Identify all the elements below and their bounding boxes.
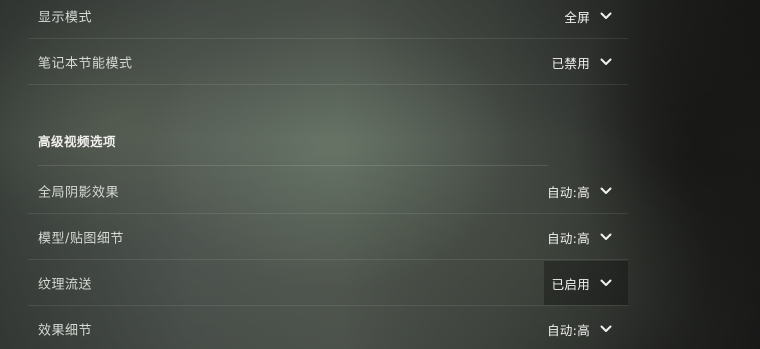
chevron-down-icon — [598, 275, 614, 291]
setting-value: 自动:高 — [547, 322, 590, 338]
setting-row-model-texture-detail[interactable]: 模型/贴图细节 自动:高 — [28, 215, 628, 260]
setting-value: 自动:高 — [547, 230, 590, 246]
setting-label: 笔记本节能模式 — [38, 56, 133, 72]
setting-value: 自动:高 — [547, 184, 590, 200]
texture-streaming-dropdown[interactable]: 已启用 — [544, 261, 628, 305]
setting-label: 模型/贴图细节 — [38, 231, 124, 247]
setting-label: 效果细节 — [38, 323, 93, 339]
setting-value: 全屏 — [564, 9, 590, 25]
setting-row-effects-detail[interactable]: 效果细节 自动:高 — [28, 307, 628, 349]
setting-label: 全局阴影效果 — [38, 185, 120, 201]
setting-row-display-mode[interactable]: 显示模式 全屏 — [28, 0, 628, 39]
setting-label: 纹理流送 — [38, 277, 93, 293]
model-texture-detail-dropdown[interactable]: 自动:高 — [544, 215, 628, 259]
section-title-advanced-video: 高级视频选项 — [38, 134, 117, 149]
section-divider — [38, 165, 548, 166]
global-shadows-dropdown[interactable]: 自动:高 — [544, 169, 628, 213]
display-mode-dropdown[interactable]: 全屏 — [544, 0, 628, 38]
setting-row-global-shadows[interactable]: 全局阴影效果 自动:高 — [28, 169, 628, 214]
setting-row-texture-streaming[interactable]: 纹理流送 已启用 — [28, 261, 628, 306]
setting-label: 显示模式 — [38, 10, 93, 26]
chevron-down-icon — [598, 321, 614, 337]
setting-row-laptop-power-saving[interactable]: 笔记本节能模式 已禁用 — [28, 40, 628, 85]
setting-value: 已启用 — [551, 276, 590, 292]
chevron-down-icon — [598, 8, 614, 24]
laptop-power-saving-dropdown[interactable]: 已禁用 — [544, 40, 628, 84]
chevron-down-icon — [598, 54, 614, 70]
chevron-down-icon — [598, 183, 614, 199]
setting-value: 已禁用 — [551, 55, 590, 71]
effects-detail-dropdown[interactable]: 自动:高 — [544, 307, 628, 349]
chevron-down-icon — [598, 229, 614, 245]
